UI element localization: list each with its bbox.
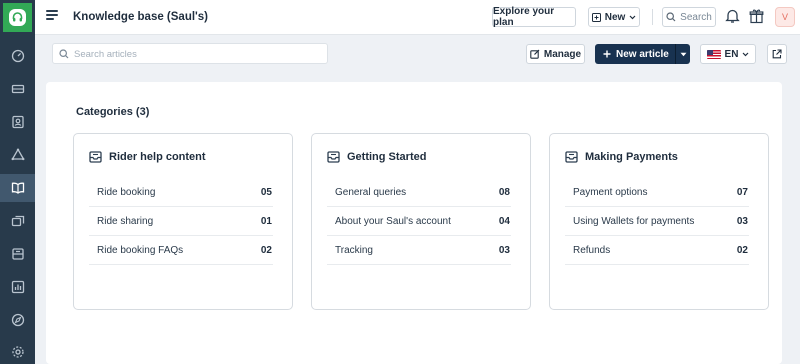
article-count: 02: [260, 244, 272, 256]
folder-item[interactable]: About your Saul's account 04: [327, 207, 511, 236]
user-avatar[interactable]: V: [775, 7, 795, 27]
article-count: 03: [498, 244, 510, 256]
contacts-icon[interactable]: [0, 108, 35, 136]
chevron-down-icon: [743, 52, 749, 56]
category-header: Making Payments: [565, 151, 678, 163]
article-count: 05: [260, 186, 272, 198]
headset-logo-icon: [9, 9, 26, 26]
inbox-icon: [89, 151, 102, 163]
folder-name: Refunds: [573, 244, 611, 256]
category-card[interactable]: Getting Started General queries 08 About …: [311, 133, 531, 310]
plus-square-icon: [591, 12, 601, 22]
left-nav-rail: [0, 0, 35, 364]
search-articles-input[interactable]: Search articles: [52, 43, 328, 64]
language-label: EN: [724, 48, 739, 60]
folder-item[interactable]: Using Wallets for payments 03: [565, 207, 749, 236]
folder-item[interactable]: Ride sharing 01: [89, 207, 273, 236]
category-title: Rider help content: [109, 151, 206, 163]
folder-item[interactable]: Tracking 03: [327, 236, 511, 265]
global-search-button[interactable]: Search: [662, 7, 716, 27]
explore-plan-button[interactable]: Explore your plan: [492, 6, 576, 28]
us-flag-icon: [706, 49, 721, 59]
folder-item[interactable]: General queries 08: [327, 178, 511, 207]
article-count: 03: [736, 215, 748, 227]
new-article-button[interactable]: New article: [595, 44, 690, 64]
tickets-icon[interactable]: [0, 75, 35, 103]
folder-list: Ride booking 05 Ride sharing 01 Ride booki…: [89, 178, 273, 265]
manage-label: Manage: [543, 48, 582, 60]
folder-name: Payment options: [573, 186, 648, 198]
category-title: Making Payments: [585, 151, 678, 163]
category-title: Getting Started: [347, 151, 427, 163]
search-icon: [666, 12, 676, 22]
folder-name: Ride booking: [97, 186, 156, 198]
folder-item[interactable]: Ride booking 05: [89, 178, 273, 207]
categories-heading: Categories (3): [76, 106, 150, 118]
article-count: 02: [736, 244, 748, 256]
top-bar: Knowledge base (Saul's) Explore your pla…: [35, 0, 800, 35]
new-article-label: New article: [616, 48, 669, 60]
folder-name: Ride booking FAQs: [97, 244, 184, 256]
new-dropdown-button[interactable]: New: [588, 7, 640, 27]
folder-name: General queries: [335, 186, 407, 198]
archive-icon[interactable]: [0, 240, 35, 268]
inbox-icon: [565, 151, 578, 163]
search-icon: [59, 49, 69, 59]
inbox-icon: [327, 151, 340, 163]
page-title: Knowledge base (Saul's): [73, 11, 209, 23]
folder-name: Using Wallets for payments: [573, 215, 695, 227]
notifications-bell-icon[interactable]: [725, 8, 740, 24]
settings-icon[interactable]: [0, 338, 35, 364]
search-placeholder: Search articles: [74, 49, 137, 60]
divider: [652, 9, 653, 25]
category-card[interactable]: Rider help content Ride booking 05 Ride s…: [73, 133, 293, 310]
category-header: Getting Started: [327, 151, 426, 163]
conversations-icon[interactable]: [0, 207, 35, 235]
dashboard-icon[interactable]: [0, 42, 35, 70]
search-label: Search: [680, 11, 712, 23]
caret-down-icon: [680, 52, 686, 56]
folder-item[interactable]: Refunds 02: [565, 236, 749, 265]
categories-panel: Categories (3) Rider help content Ride b…: [46, 82, 782, 364]
folder-item[interactable]: Payment options 07: [565, 178, 749, 207]
external-link-button[interactable]: [767, 44, 787, 64]
edit-icon: [530, 49, 540, 59]
menu-icon[interactable]: [46, 10, 58, 22]
article-count: 04: [498, 215, 510, 227]
article-count: 07: [736, 186, 748, 198]
folder-name: Ride sharing: [97, 215, 154, 227]
app-logo[interactable]: [3, 3, 32, 32]
article-count: 08: [498, 186, 510, 198]
plus-icon: [603, 50, 611, 58]
new-article-dropdown[interactable]: [676, 52, 690, 57]
chevron-down-icon: [629, 15, 636, 19]
folder-list: General queries 08 About your Saul's acco…: [327, 178, 511, 265]
groups-icon[interactable]: [0, 141, 35, 169]
explore-icon[interactable]: [0, 306, 35, 334]
folder-name: About your Saul's account: [335, 215, 451, 227]
language-selector[interactable]: EN: [700, 44, 756, 64]
folder-list: Payment options 07 Using Wallets for paym…: [565, 178, 749, 265]
folder-name: Tracking: [335, 244, 373, 256]
gift-icon[interactable]: [749, 8, 764, 24]
kb-toolbar: Search articles Manage New article EN: [35, 36, 800, 72]
external-link-icon: [772, 49, 782, 59]
folder-item[interactable]: Ride booking FAQs 02: [89, 236, 273, 265]
knowledge-base-icon[interactable]: [0, 174, 35, 202]
manage-button[interactable]: Manage: [526, 44, 585, 64]
new-article-main[interactable]: New article: [595, 49, 675, 60]
reports-icon[interactable]: [0, 273, 35, 301]
article-count: 01: [260, 215, 272, 227]
new-label: New: [604, 11, 626, 23]
category-header: Rider help content: [89, 151, 206, 163]
category-card[interactable]: Making Payments Payment options 07 Using …: [549, 133, 769, 310]
